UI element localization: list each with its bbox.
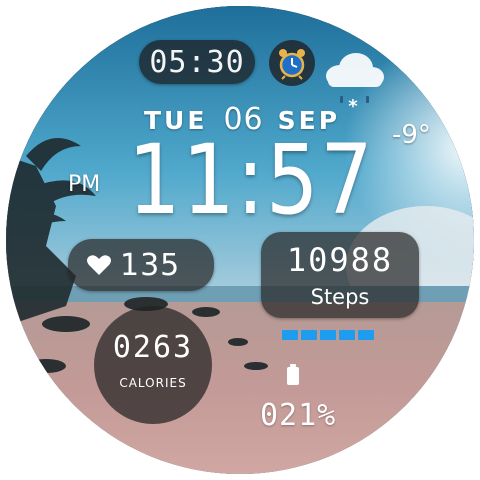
steps-label: Steps: [310, 285, 370, 309]
heart-rate-value: 135: [120, 247, 181, 283]
heart-icon: [87, 255, 111, 275]
svg-text:*: *: [348, 96, 358, 116]
am-pm-indicator: PM: [68, 172, 101, 197]
temperature: -9°: [392, 120, 431, 150]
watch-face: 05:30 * -9° TUE 06 SEP PM 11:57 135 1098…: [6, 6, 474, 474]
calories-label: CALORIES: [119, 376, 187, 390]
steps-pill[interactable]: 10988 Steps: [261, 232, 419, 318]
steps-progress-bar: [282, 330, 377, 340]
watch-ui: 05:30 * -9° TUE 06 SEP PM 11:57 135 1098…: [6, 6, 474, 474]
steps-value: 10988: [286, 241, 394, 279]
current-time: 11:57: [128, 124, 375, 236]
calories-value: 0263: [112, 330, 194, 365]
battery-icon: [287, 364, 299, 385]
steps-progress-segment: [339, 330, 355, 340]
alarm-time-pill[interactable]: 05:30: [139, 40, 255, 84]
battery-value: 021%: [260, 398, 337, 433]
alarm-time: 05:30: [149, 44, 245, 80]
heart-rate-pill[interactable]: 135: [68, 239, 214, 291]
steps-progress-segment: [301, 330, 317, 340]
alarm-button[interactable]: [269, 40, 315, 86]
steps-progress-segment: [358, 330, 374, 340]
steps-progress-segment: [282, 330, 298, 340]
alarm-clock-icon: [279, 49, 305, 80]
calories-circle[interactable]: 0263 CALORIES: [94, 306, 212, 424]
steps-progress-segment: [320, 330, 336, 340]
